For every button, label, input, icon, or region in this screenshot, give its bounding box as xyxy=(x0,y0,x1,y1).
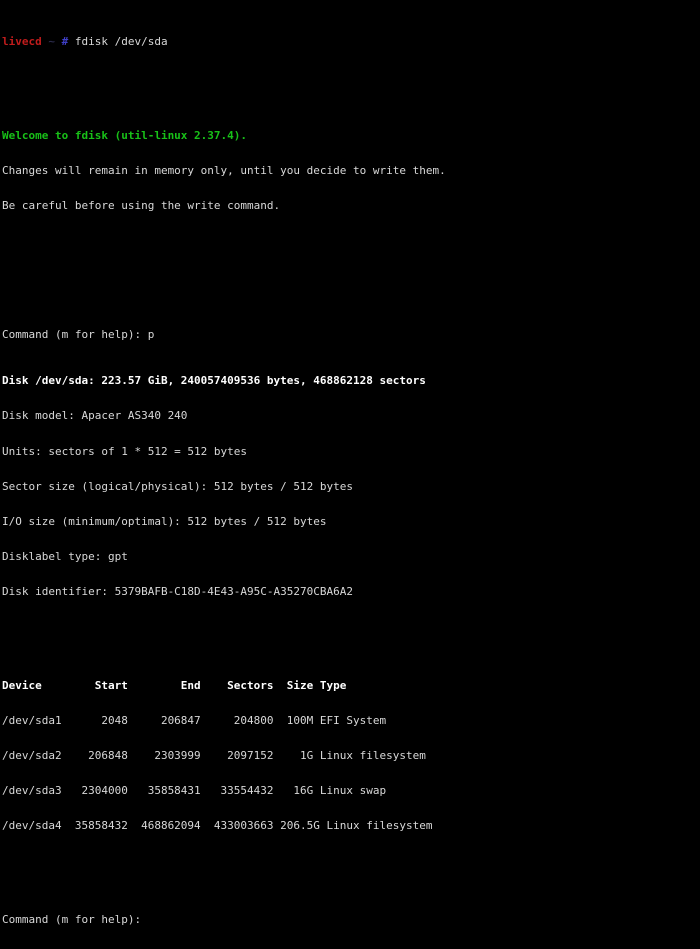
prompt-host: livecd xyxy=(2,35,42,49)
table-row: /dev/sda4 35858432 468862094 433003663 2… xyxy=(2,818,433,832)
disk-model-line: Disk model: Apacer AS340 240 xyxy=(2,409,188,423)
terminal-window[interactable]: livecd ~ # fdisk /dev/sda Welcome to fdi… xyxy=(0,0,700,925)
fdisk-notice-line-1: Changes will remain in memory only, unti… xyxy=(2,163,446,177)
disk-size-line: Disk /dev/sda: 223.57 GiB, 240057409536 … xyxy=(2,374,426,388)
partition-table-header: Device Start End Sectors Size Type xyxy=(2,678,347,692)
fdisk-notice-line-2: Be careful before using the write comman… xyxy=(2,198,281,212)
prompt-path: ~ xyxy=(41,35,62,49)
table-row: /dev/sda3 2304000 35858431 33554432 16G … xyxy=(2,783,387,797)
table-row: /dev/sda1 2048 206847 204800 100M EFI Sy… xyxy=(2,713,387,727)
text-cursor xyxy=(148,916,154,926)
disk-identifier-line: Disk identifier: 5379BAFB-C18D-4E43-A95C… xyxy=(2,584,353,598)
spacer-line-2 xyxy=(2,247,700,259)
spacer-line-3 xyxy=(2,282,700,294)
disklabel-type-line: Disklabel type: gpt xyxy=(2,549,128,563)
shell-prompt-line: livecd ~ # fdisk /dev/sda xyxy=(2,36,700,48)
fdisk-welcome-line: Welcome to fdisk (util-linux 2.37.4). xyxy=(2,128,248,142)
spacer-line-5 xyxy=(2,867,700,879)
prompt-command: fdisk /dev/sda xyxy=(68,35,168,49)
disk-units-line: Units: sectors of 1 * 512 = 512 bytes xyxy=(2,444,248,458)
spacer-line-1 xyxy=(2,83,700,95)
disk-io-size-line: I/O size (minimum/optimal): 512 bytes / … xyxy=(2,514,327,528)
command-echo-print: Command (m for help): p xyxy=(2,327,155,341)
spacer-line-4 xyxy=(2,633,700,645)
table-row: /dev/sda2 206848 2303999 2097152 1G Linu… xyxy=(2,748,426,762)
disk-sector-size-line: Sector size (logical/physical): 512 byte… xyxy=(2,479,353,493)
final-prompt-text: Command (m for help): xyxy=(2,912,148,926)
final-command-prompt[interactable]: Command (m for help): xyxy=(2,912,700,926)
